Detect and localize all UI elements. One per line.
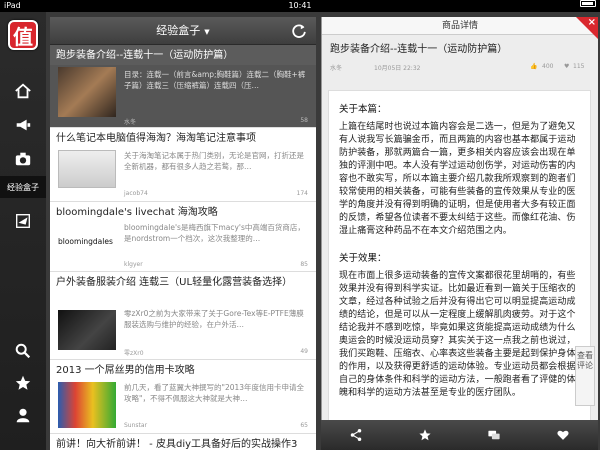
battery-icon bbox=[580, 0, 596, 7]
section-heading: 关于本篇： bbox=[339, 104, 387, 115]
heart-icon[interactable]: ♥ bbox=[564, 63, 569, 70]
article-list-panel: 经验盒子 ▼ 跑步装备介绍--连载十一（运动防护篇） 目录：连载一（前言&amp;… bbox=[50, 17, 316, 450]
list-item[interactable]: 什么笔记本电脑值得海淘？海淘笔记注意事项 关于海淘笔记本属于热门类别，无论是官网… bbox=[50, 128, 316, 202]
close-icon[interactable]: × bbox=[588, 17, 596, 29]
list-item-title: 前讲！向大祈前讲！ - 皮具diy工具备好后的实战操作3 bbox=[56, 439, 298, 450]
list-title[interactable]: 经验盒子 bbox=[156, 24, 200, 37]
article-thumbnail bbox=[58, 67, 116, 117]
user-icon[interactable] bbox=[0, 398, 46, 432]
detail-date: 10月05日 22:32 bbox=[374, 65, 421, 72]
detail-title: 跑步装备介绍--连载十一（运动防护篇） bbox=[330, 44, 508, 55]
heart-icon[interactable] bbox=[529, 420, 598, 450]
list-item-desc: 前几天，看了蓝翼大神撰写的"2013年度信用卡申请全攻略"，不得不佩服这大神就是… bbox=[124, 383, 305, 403]
bloomingdales-logo: bloomingdales bbox=[58, 237, 113, 246]
detail-favorites: 115 bbox=[573, 63, 585, 70]
list-item-author: 水冬 bbox=[124, 119, 137, 126]
list-item-comment-count: 58 bbox=[300, 117, 308, 124]
list-item[interactable]: 2013 一个屌丝男的信用卡攻略 前几天，看了蓝翼大神撰写的"2013年度信用卡… bbox=[50, 360, 316, 434]
app-logo[interactable]: 值 bbox=[8, 20, 38, 50]
list-item-comment-count: 49 bbox=[300, 348, 308, 355]
list-item-author: jacob74 bbox=[124, 190, 148, 197]
list-item-author: klgyer bbox=[124, 261, 143, 268]
view-comments-tab[interactable]: 查看评论 bbox=[575, 346, 595, 406]
list-item-desc: bloomingdale's是梅西旗下macy's中高端百货商店，是nordst… bbox=[124, 223, 305, 243]
thumbs-up-icon[interactable]: 👍 bbox=[530, 63, 537, 70]
section-text: 上篇在结尾时也说过本篇内容会是二选一，但是为了避免又有人说我写长篇骗金币，而且两… bbox=[339, 122, 576, 236]
detail-toolbar bbox=[321, 420, 598, 450]
comments-icon[interactable] bbox=[460, 420, 529, 450]
clock: 10:41 bbox=[288, 1, 312, 10]
list-item[interactable]: 跑步装备介绍--连载十一（运动防护篇） 目录：连载一（前言&amp;胸鞋篇）连载… bbox=[50, 45, 316, 128]
list-item[interactable]: 户外装备服装介绍 连载三（UL轻量化露营装备选择） 零zXr0之前为大家带来了关… bbox=[50, 272, 316, 360]
detail-header-title: 商品详情 bbox=[441, 21, 478, 31]
list-item-title: 户外装备服装介绍 连载三（UL轻量化露营装备选择） bbox=[56, 277, 293, 288]
view-comments-label: 查看评论 bbox=[577, 351, 593, 370]
list-item[interactable]: bloomingdale's livechat 海淘攻略 bloomingdal… bbox=[50, 202, 316, 272]
list-header: 经验盒子 ▼ bbox=[50, 17, 316, 45]
caret-down-icon[interactable]: ▼ bbox=[204, 28, 209, 36]
section-heading: 关于效果： bbox=[339, 253, 387, 264]
list-item-title: 跑步装备介绍--连载十一（运动防护篇） bbox=[50, 45, 316, 65]
detail-header: 商品详情 × bbox=[322, 17, 598, 39]
sidebar: 值 经验盒子 bbox=[0, 12, 46, 450]
list-item-title: 2013 一个屌丝男的信用卡攻略 bbox=[56, 365, 195, 376]
list-item-title: 什么笔记本电脑值得海淘？海淘笔记注意事项 bbox=[56, 133, 256, 144]
home-icon[interactable] bbox=[0, 74, 46, 108]
search-icon[interactable] bbox=[0, 334, 46, 368]
share-icon[interactable] bbox=[321, 420, 390, 450]
laptop-thumbnail bbox=[58, 150, 116, 188]
camera-icon[interactable] bbox=[0, 142, 46, 176]
megaphone-icon[interactable] bbox=[0, 108, 46, 142]
status-bar: iPad 10:41 bbox=[0, 0, 600, 12]
detail-panel: 商品详情 × 跑步装备介绍--连载十一（运动防护篇） 水冬 10月05日 22:… bbox=[321, 17, 598, 450]
section-text: 现在市面上很多运动装备的宣传文案都很花里胡哨的，有些效果并没有得到科学实证。比如… bbox=[339, 271, 576, 398]
list-item-comment-count: 174 bbox=[296, 190, 308, 197]
list-item-author: 零zXr0 bbox=[124, 350, 144, 357]
list-item-title: bloomingdale's livechat 海淘攻略 bbox=[56, 207, 218, 218]
list-item-desc: 关于海淘笔记本属于热门类别，无论是官网，打折还是全新机器，都有很多人趋之若鹜，那… bbox=[124, 151, 304, 171]
list-item-desc: 目录：连载一（前言&amp;胸鞋篇）连载二（胸鞋+裤子篇）连载三（压缩裤篇）连载… bbox=[124, 70, 306, 90]
nav-experience-box[interactable]: 经验盒子 bbox=[0, 176, 46, 198]
refresh-icon[interactable] bbox=[290, 22, 308, 40]
plane-icon[interactable] bbox=[0, 204, 46, 238]
nav-experience-box-label: 经验盒子 bbox=[7, 183, 39, 192]
tent-thumbnail bbox=[58, 310, 116, 350]
detail-likes: 400 bbox=[542, 63, 554, 70]
detail-meta: 水冬 10月05日 22:32 👍 400 ♥ 115 bbox=[322, 61, 598, 75]
list-item-desc: 零zXr0之前为大家带来了关于Gore-Tex等E-PTFE薄膜服装选购与维护的… bbox=[124, 309, 304, 329]
list-item-comment-count: 65 bbox=[300, 422, 308, 429]
detail-author: 水冬 bbox=[330, 65, 343, 72]
star-icon[interactable] bbox=[390, 420, 459, 450]
list-item-author: Sunstar bbox=[124, 422, 148, 429]
star-icon[interactable] bbox=[0, 366, 46, 400]
list-item-comment-count: 85 bbox=[300, 261, 308, 268]
detail-body: 关于本篇： 上篇在结尾时也说过本篇内容会是二选一，但是为了避免又有人说我写长篇骗… bbox=[328, 90, 591, 426]
credit-cards-thumbnail bbox=[58, 382, 116, 428]
list-item[interactable]: 前讲！向大祈前讲！ - 皮具diy工具备好后的实战操作3 bbox=[50, 434, 316, 450]
